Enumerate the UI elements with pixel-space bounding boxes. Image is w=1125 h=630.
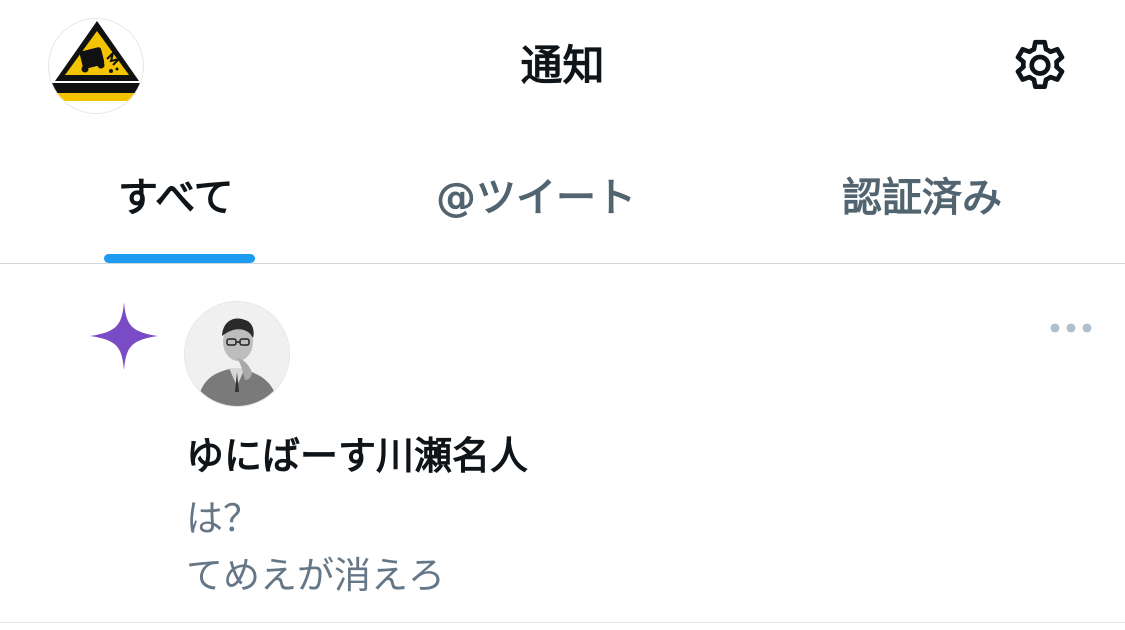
account-avatar[interactable] (48, 18, 144, 114)
tab-all[interactable]: すべて (60, 150, 320, 264)
user-name[interactable]: ゆにばーす川瀬名人 (186, 431, 528, 481)
caution-sign-avatar-icon (49, 19, 143, 113)
user-avatar[interactable] (184, 301, 290, 407)
sparkle-icon (90, 302, 158, 370)
tab-all-label: すべて (118, 175, 234, 221)
user-photo-icon (185, 302, 289, 406)
more-dots-icon (1050, 323, 1092, 333)
top-header: 通知 (0, 0, 1125, 130)
tab-mentions[interactable]: @ツイート (380, 150, 710, 264)
notification-tabs: すべて @ツイート 認証済み (0, 150, 1125, 264)
tab-verified[interactable]: 認証済み (790, 150, 1070, 264)
more-options-button[interactable] (1044, 313, 1098, 343)
settings-button[interactable] (1004, 34, 1076, 102)
tab-verified-label: 認証済み (842, 175, 1002, 221)
gear-icon (1015, 39, 1065, 90)
tweet-text: は？ てめえが消えろ (186, 497, 445, 597)
notification-item[interactable]: ゆにばーす川瀬名人 は？ てめえが消えろ (0, 265, 1125, 623)
selected-tab-indicator (104, 254, 255, 263)
page-title: 通知 (520, 41, 605, 90)
tab-mentions-label: @ツイート (436, 175, 636, 221)
